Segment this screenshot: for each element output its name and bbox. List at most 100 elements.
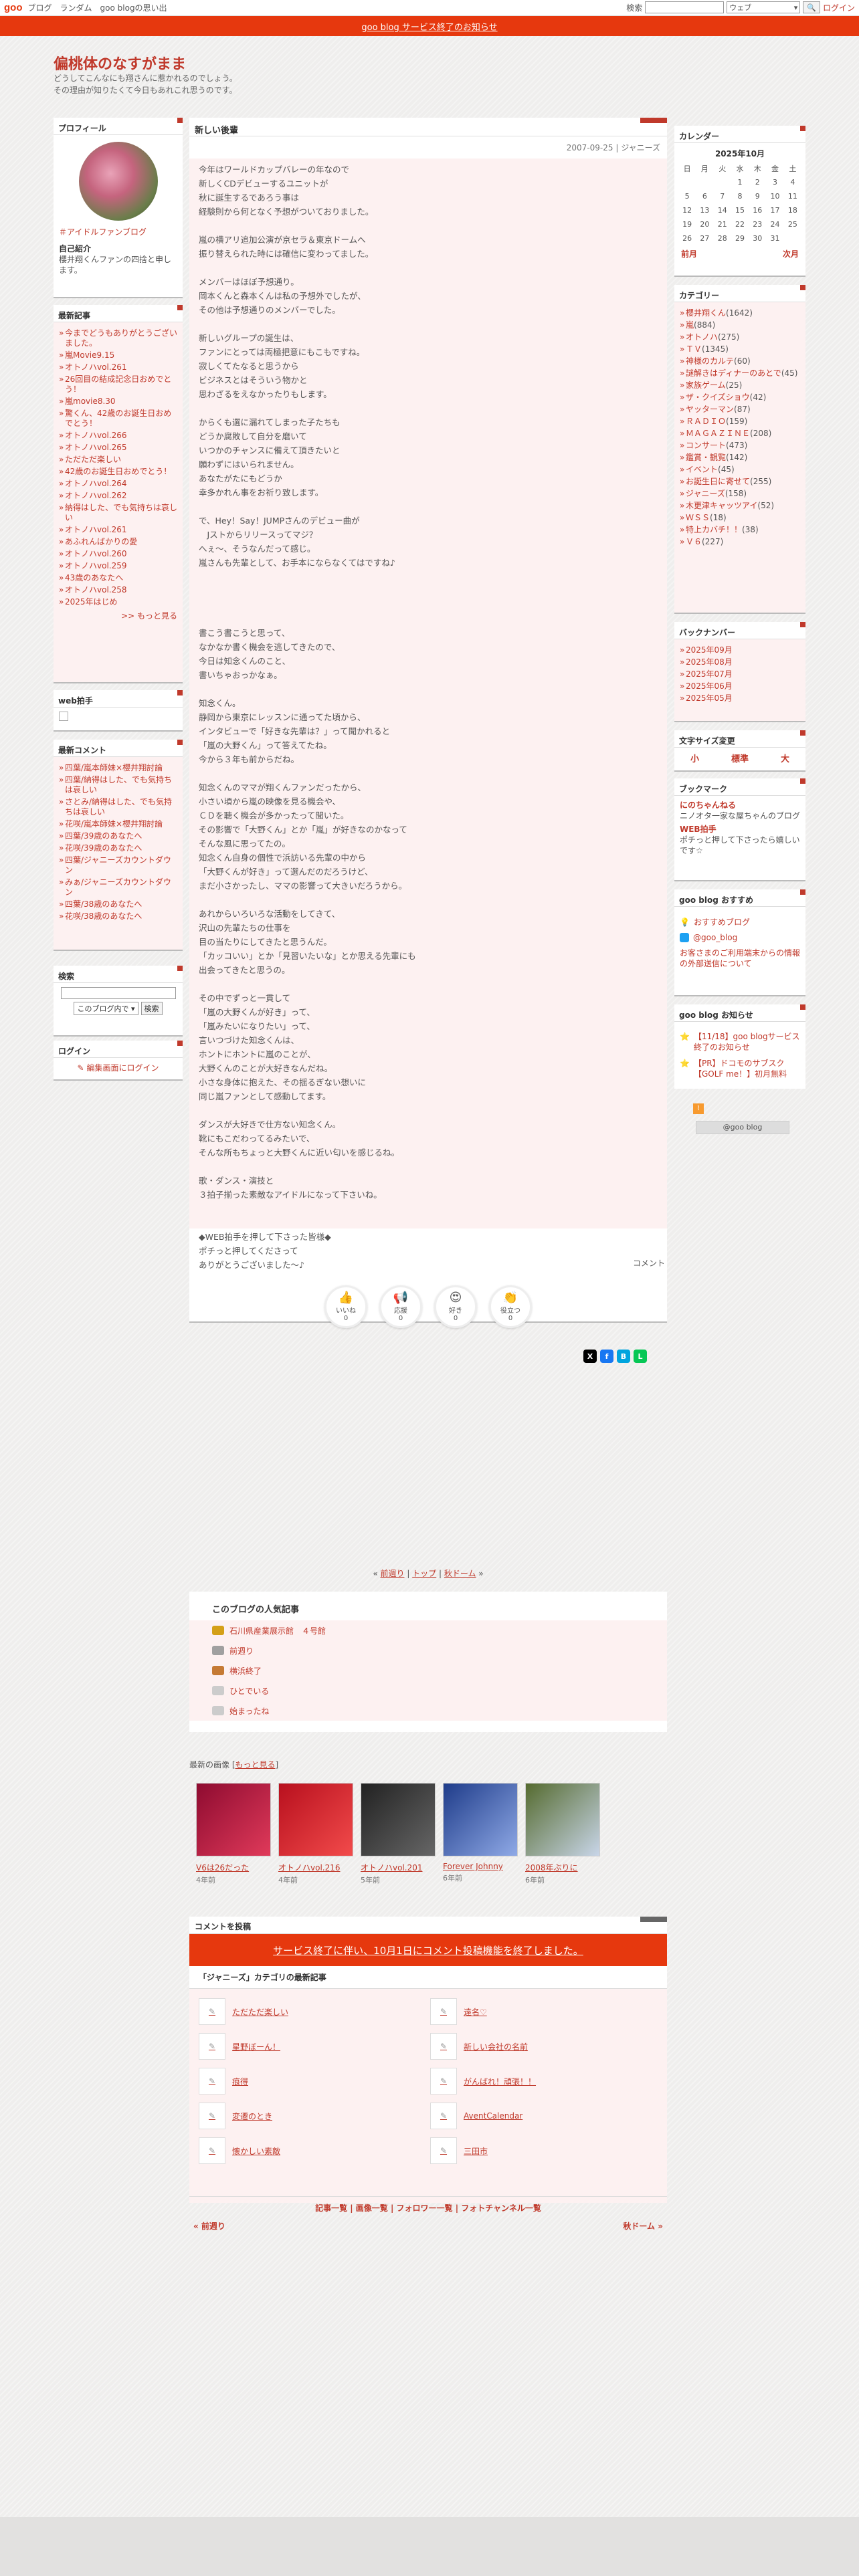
popular-item-link[interactable]: 前週り <box>229 1645 254 1656</box>
reaction-cheer-button[interactable]: 📢 応援 0 <box>379 1285 422 1328</box>
recent-post-item[interactable]: オトノハvol.259 <box>59 561 177 571</box>
comment-item[interactable]: 花咲/39歳のあなたへ <box>59 843 177 853</box>
category-name[interactable]: コンサート <box>686 441 726 450</box>
image-thumb[interactable]: オトノハvol.216 4年前 <box>278 1783 353 1885</box>
calendar-day[interactable]: 14 <box>714 203 731 217</box>
calendar-day[interactable]: 23 <box>749 217 766 231</box>
recent-post-item[interactable]: 26回目の結成記念日おめでとう！ <box>59 374 177 395</box>
footer-links[interactable]: 記事一覧 | 画像一覧 | フォロワー一覧 | フォトチャンネル一覧 <box>189 2196 667 2214</box>
category-name[interactable]: ＭＡＧＡＺＩＮＥ <box>686 429 750 438</box>
calendar-day[interactable]: 20 <box>696 217 713 231</box>
category-item[interactable]: 神様のカルテ(60) <box>680 356 800 366</box>
category-item[interactable]: 特上カバチ！！(38) <box>680 525 800 535</box>
category-item[interactable]: 嵐(884) <box>680 320 800 330</box>
topbar-link-blog[interactable]: ブログ <box>28 2 52 13</box>
category-name[interactable]: 神様のカルテ <box>686 356 734 366</box>
blog-title[interactable]: 偏桃体のなすがまま <box>54 52 186 74</box>
font-large-button[interactable]: 大 <box>781 752 789 764</box>
reaction-like-button[interactable]: 👍 いいね 0 <box>324 1285 367 1328</box>
category-latest-item[interactable]: ✎ AventCalendar <box>430 2103 522 2129</box>
backnumber-item[interactable]: 2025年06月 <box>680 681 800 691</box>
calendar-day[interactable]: 27 <box>696 231 713 245</box>
popular-item[interactable]: 始まったね <box>212 1701 644 1721</box>
more-link[interactable]: >> もっと見る <box>59 610 177 621</box>
top-link[interactable]: トップ <box>412 1569 436 1578</box>
avatar[interactable] <box>78 142 158 221</box>
popular-item-link[interactable]: 石川県産業展示館 ４号館 <box>229 1625 326 1636</box>
popular-item[interactable]: 横浜終了 <box>212 1660 644 1681</box>
category-latest-link[interactable]: ただただ楽しい <box>232 2006 288 2018</box>
comment-item[interactable]: 四葉/38歳のあなたへ <box>59 899 177 909</box>
next-article-link[interactable]: 秋ドーム <box>444 1569 476 1578</box>
category-name[interactable]: 特上カバチ！！ <box>686 525 742 534</box>
category-name[interactable]: Ｖ６ <box>686 537 702 546</box>
category-latest-link[interactable]: AventCalendar <box>464 2111 522 2121</box>
thumb-image[interactable] <box>196 1783 271 1856</box>
calendar-day[interactable]: 10 <box>766 189 783 203</box>
comment-item[interactable]: 花咲/38歳のあなたへ <box>59 911 177 922</box>
calendar-day[interactable]: 21 <box>714 217 731 231</box>
calendar-day[interactable]: 17 <box>766 203 783 217</box>
calendar-day[interactable]: 30 <box>749 231 766 245</box>
blog-search-button[interactable]: 検索 <box>140 1002 163 1015</box>
popular-item[interactable]: ひとでいる <box>212 1681 644 1701</box>
thumb-image[interactable] <box>525 1783 600 1856</box>
calendar-day[interactable]: 13 <box>696 203 713 217</box>
calendar-day[interactable]: 5 <box>678 189 696 203</box>
popular-item-link[interactable]: 始まったね <box>229 1705 270 1717</box>
login-link[interactable]: ログイン <box>823 2 855 13</box>
goo-notice-link-2[interactable]: 【PR】ドコモのサブスク【GOLF me！】初月無料 <box>694 1058 800 1079</box>
reaction-useful-button[interactable]: 👏 役立つ 0 <box>489 1285 532 1328</box>
recent-post-item[interactable]: 2025年はじめ <box>59 597 177 607</box>
calendar-day[interactable]: 11 <box>784 189 801 203</box>
topbar-link-memories[interactable]: goo blogの思い出 <box>100 2 167 13</box>
facebook-share-icon[interactable]: f <box>600 1350 613 1363</box>
blog-search-input[interactable] <box>60 987 176 999</box>
comment-item[interactable]: 花咲/嵐本師妹×櫻井翔討論 <box>59 819 177 829</box>
category-latest-link[interactable]: 変遷のとき <box>232 2111 272 2122</box>
category-item[interactable]: 謎解きはディナーのあとで(45) <box>680 368 800 379</box>
category-latest-item[interactable]: ✎ 遠名♡ <box>430 1998 487 2025</box>
popular-item-link[interactable]: ひとでいる <box>229 1685 269 1697</box>
category-latest-item[interactable]: ✎ ただただ楽しい <box>199 1998 288 2025</box>
category-name[interactable]: ＷＳＳ <box>686 513 710 522</box>
category-name[interactable]: ヤッターマン <box>686 405 734 414</box>
next-month-link[interactable]: 次月 <box>783 248 799 259</box>
backnumber-item[interactable]: 2025年07月 <box>680 669 800 679</box>
calendar-day[interactable]: 12 <box>678 203 696 217</box>
calendar-day[interactable]: 8 <box>731 189 749 203</box>
category-item[interactable]: 家族ゲーム(25) <box>680 381 800 391</box>
comment-closed-notice[interactable]: サービス終了に伴い、10月1日にコメント投稿機能を終了しました。 <box>189 1934 667 1966</box>
goo-blog-badge[interactable]: @goo blog <box>696 1121 789 1134</box>
calendar-day[interactable]: 26 <box>678 231 696 245</box>
category-latest-link[interactable]: がんばれ！頑張！！ <box>464 2076 536 2087</box>
category-item[interactable]: ＭＡＧＡＺＩＮＥ(208) <box>680 429 800 439</box>
category-latest-link[interactable]: 三田市 <box>464 2145 488 2157</box>
calendar-day[interactable]: 31 <box>766 231 783 245</box>
backnumber-item[interactable]: 2025年09月 <box>680 645 800 655</box>
category-name[interactable]: ジャニーズ <box>686 489 725 498</box>
recent-post-item[interactable]: 43歳のあなたへ <box>59 573 177 583</box>
footer-prev-link[interactable]: « 前週り <box>193 2220 225 2232</box>
article-title[interactable]: 新しい後輩 <box>189 118 667 136</box>
calendar-day[interactable]: 1 <box>731 175 749 189</box>
category-item[interactable]: 鑑賞・観覧(142) <box>680 453 800 463</box>
bookmark-link-nino[interactable]: にのちゃんねる <box>680 800 800 811</box>
thumb-title[interactable]: オトノハvol.216 <box>278 1862 353 1873</box>
thumb-image[interactable] <box>361 1783 436 1856</box>
recent-post-item[interactable]: オトノハvol.264 <box>59 479 177 489</box>
category-name[interactable]: 嵐 <box>686 320 694 330</box>
calendar-day[interactable]: 28 <box>714 231 731 245</box>
recent-post-item[interactable]: オトノハvol.262 <box>59 491 177 501</box>
category-item[interactable]: ジャニーズ(158) <box>680 489 800 499</box>
category-latest-link[interactable]: 星野ぼーん！ <box>232 2041 280 2052</box>
prev-article-link[interactable]: 前週り <box>380 1569 404 1578</box>
footer-next-link[interactable]: 秋ドーム » <box>623 2220 663 2232</box>
recent-post-item[interactable]: オトノハvol.260 <box>59 549 177 559</box>
category-item[interactable]: 櫻井翔くん(1642) <box>680 308 800 318</box>
category-item[interactable]: お誕生日に寄せて(255) <box>680 477 800 487</box>
profile-tag[interactable]: ＃アイドルファンブログ <box>59 226 177 237</box>
category-latest-item[interactable]: ✎ 痕得 <box>199 2068 248 2095</box>
recommend-blog-link[interactable]: おすすめブログ <box>694 916 750 928</box>
category-item[interactable]: Ｖ６(227) <box>680 537 800 547</box>
